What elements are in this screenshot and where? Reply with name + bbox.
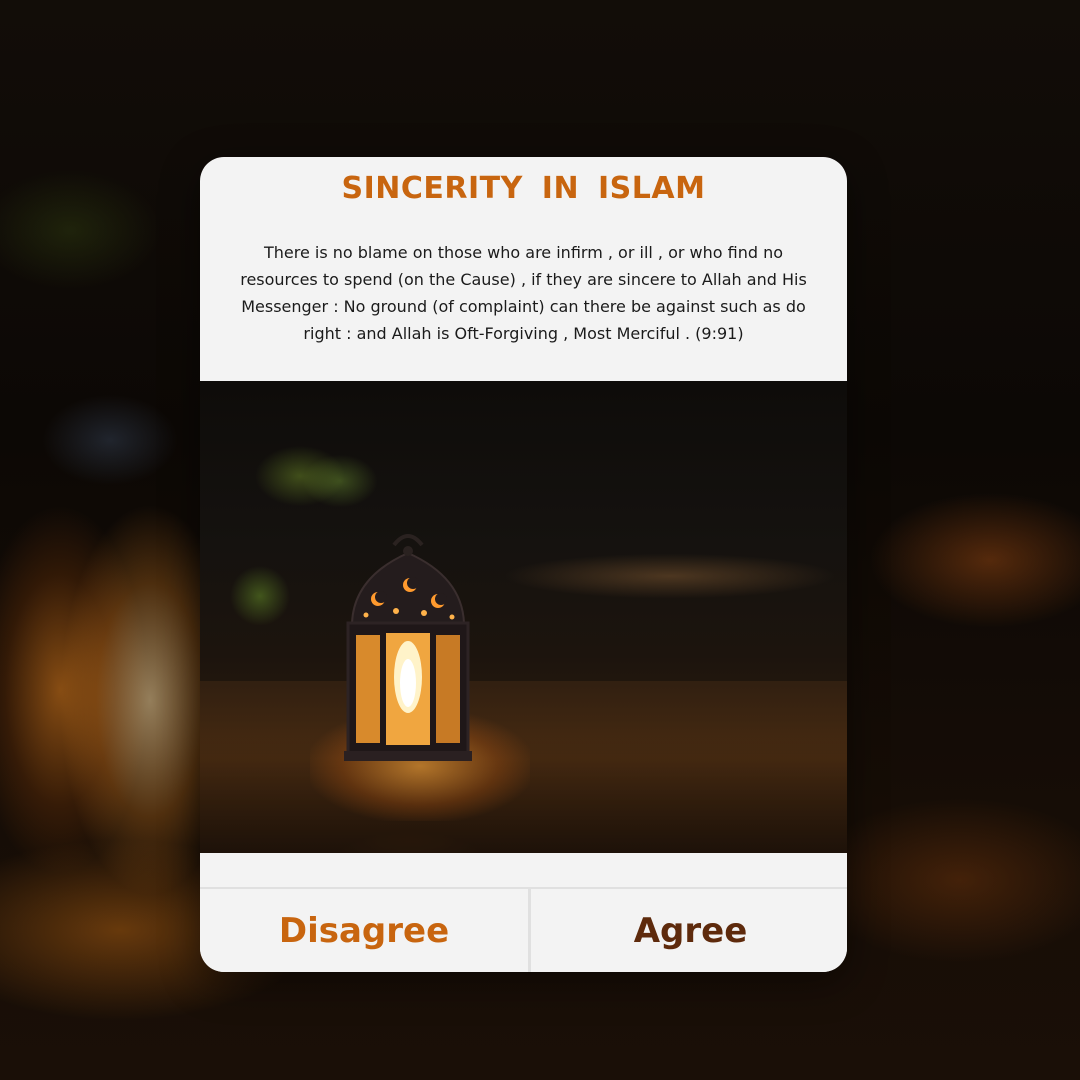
card-divider	[200, 853, 847, 889]
lantern-finial	[403, 546, 413, 556]
background-blurred-photo: SINCERITY IN ISLAM There is no blame on …	[0, 0, 1080, 1080]
lantern-illustration	[344, 534, 472, 761]
card-title: SINCERITY IN ISLAM	[341, 171, 706, 206]
quote-card: SINCERITY IN ISLAM There is no blame on …	[200, 157, 847, 972]
agree-button[interactable]: Agree	[534, 889, 847, 972]
card-title-wrap: SINCERITY IN ISLAM	[200, 157, 847, 206]
lantern-photo	[200, 381, 847, 853]
quote-text: There is no blame on those who are infir…	[240, 243, 807, 343]
disagree-button[interactable]: Disagree	[200, 889, 531, 972]
lantern-handle	[392, 534, 424, 547]
